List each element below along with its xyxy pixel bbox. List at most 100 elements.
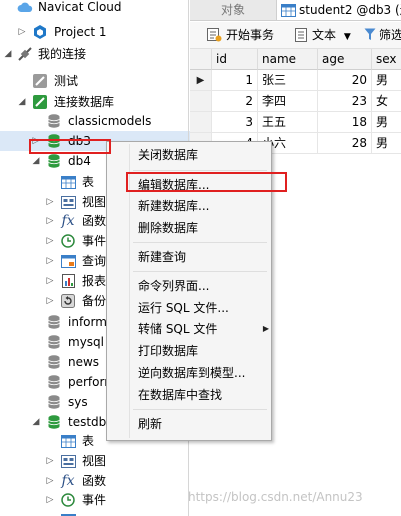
connection-icon [32,73,48,89]
grid-cell[interactable]: 23 [318,91,372,112]
menu-item-dump-sql-file[interactable]: 转储 SQL 文件 ▶ [138,318,269,340]
menu-item-delete-database[interactable]: 删除数据库 [138,217,198,239]
database-icon [46,113,62,129]
tree-item-connect-db[interactable]: ◢ 连接数据库 [0,92,190,112]
grid-cell[interactable]: 1 [212,70,258,91]
annotation-box-db3 [29,139,111,154]
dropdown-arrow-icon: ▼ [343,32,351,42]
grid-cell[interactable]: 3 [212,112,258,133]
grid-cell[interactable]: 男 [372,133,401,154]
report-icon [60,273,76,289]
table-icon [60,433,76,449]
database-icon [46,354,62,370]
grid-cell[interactable]: 男 [372,112,401,133]
tree-item-project-1[interactable]: ▷ Project 1 [0,22,190,42]
watermark: https://blog.csdn.net/Annu23 [188,490,363,504]
menu-separator [133,242,267,243]
column-header-sex[interactable]: sex [372,49,401,70]
connection-icon [32,94,48,110]
connection-group-icon [17,46,33,62]
begin-transaction-button[interactable]: 开始事务 [207,26,274,47]
transaction-icon [207,28,222,47]
expand-arrow-icon[interactable]: ▷ [45,231,55,251]
menu-item-new-database[interactable]: 新建数据库... [138,195,209,217]
submenu-arrow-icon: ▶ [262,324,269,333]
cloud-icon [17,0,33,15]
query-icon [60,253,76,269]
expand-arrow-icon[interactable]: ▷ [45,451,55,471]
column-header-name[interactable]: name [258,49,318,70]
project-icon [32,24,48,40]
collapse-arrow-icon[interactable]: ◢ [31,412,41,432]
expand-arrow-icon[interactable]: ▷ [17,22,27,42]
database-icon [46,334,62,350]
menu-item-command-line[interactable]: 命令列界面... [138,275,209,297]
table-icon [60,174,76,190]
tab-objects[interactable]: 对象 [190,0,277,20]
grid-cell[interactable]: 张三 [258,70,318,91]
event-icon [60,492,76,508]
menu-item-reverse-to-model[interactable]: 逆向数据库到模型... [138,362,245,384]
table-icon [281,3,296,23]
menu-separator [133,170,267,171]
grid-cell[interactable]: 男 [372,70,401,91]
tab-student2[interactable]: student2 @db3 (连 [277,0,401,20]
toolbar: 开始事务 文本 ▼ 筛选 [190,22,401,49]
menu-item-find-in-database[interactable]: 在数据库中查找 [138,384,222,406]
tab-bar: 对象 student2 @db3 (连 [190,0,401,21]
column-header-age[interactable]: age [318,49,372,70]
grid-cell[interactable]: 李四 [258,91,318,112]
grid-cell[interactable]: 2 [212,91,258,112]
text-document-icon [295,28,307,47]
grid-cell[interactable]: 18 [318,112,372,133]
column-header-id[interactable]: id [212,49,258,70]
grid-cell[interactable]: 28 [318,133,372,154]
collapse-arrow-icon[interactable]: ◢ [3,44,13,64]
tree-item-test-connection[interactable]: 测试 [0,71,190,91]
database-icon [46,153,62,169]
collapse-arrow-icon[interactable]: ◢ [31,151,41,171]
tab-student2-label: student2 @db3 (连 [299,3,401,17]
grid-cell[interactable]: 20 [318,70,372,91]
tree-item-my-connections[interactable]: ◢ 我的连接 [0,44,190,64]
row-header-corner [190,49,212,70]
view-icon [60,194,76,210]
expand-arrow-icon[interactable]: ▷ [45,251,55,271]
expand-arrow-icon[interactable]: ▷ [45,211,55,231]
view-icon [60,453,76,469]
tree-item-functions[interactable]: ▷ fx 函数 [0,471,190,491]
expand-arrow-icon[interactable]: ▷ [45,490,55,510]
row-header[interactable] [190,91,212,112]
grid-cell[interactable]: 王五 [258,112,318,133]
current-row-marker-icon[interactable]: ▶ [190,70,212,91]
collapse-arrow-icon[interactable]: ◢ [17,92,27,112]
menu-separator [133,271,267,272]
expand-arrow-icon[interactable]: ▷ [45,471,55,491]
query-icon [60,512,76,516]
menu-item-print-database[interactable]: 打印数据库 [138,340,198,362]
database-icon [46,414,62,430]
tree-item-navicat-cloud[interactable]: Navicat Cloud [0,0,190,17]
menu-item-run-sql-file[interactable]: 运行 SQL 文件... [138,297,229,319]
menu-item-new-query[interactable]: 新建查询 [138,246,186,268]
menu-item-refresh[interactable]: 刷新 [138,413,162,435]
event-icon [60,233,76,249]
text-view-button[interactable]: 文本 ▼ [295,26,351,44]
tree-item-classicmodels[interactable]: classicmodels [0,111,190,131]
expand-arrow-icon[interactable]: ▷ [45,271,55,291]
grid-cell[interactable]: 女 [372,91,401,112]
menu-separator [133,409,267,410]
function-icon: fx [61,473,75,489]
database-icon [46,394,62,410]
function-icon: fx [61,213,75,229]
menu-item-close-database[interactable]: 关闭数据库 [138,144,198,166]
row-header[interactable] [190,112,212,133]
expand-arrow-icon[interactable]: ▷ [45,192,55,212]
database-icon [46,374,62,390]
expand-arrow-icon[interactable]: ▷ [45,291,55,311]
filter-icon [364,28,376,46]
tree-item-views[interactable]: ▷ 视图 [0,451,190,471]
tree-item-events[interactable]: ▷ 事件 [0,490,190,510]
filter-button[interactable]: 筛选 [364,26,401,44]
database-icon [46,314,62,330]
